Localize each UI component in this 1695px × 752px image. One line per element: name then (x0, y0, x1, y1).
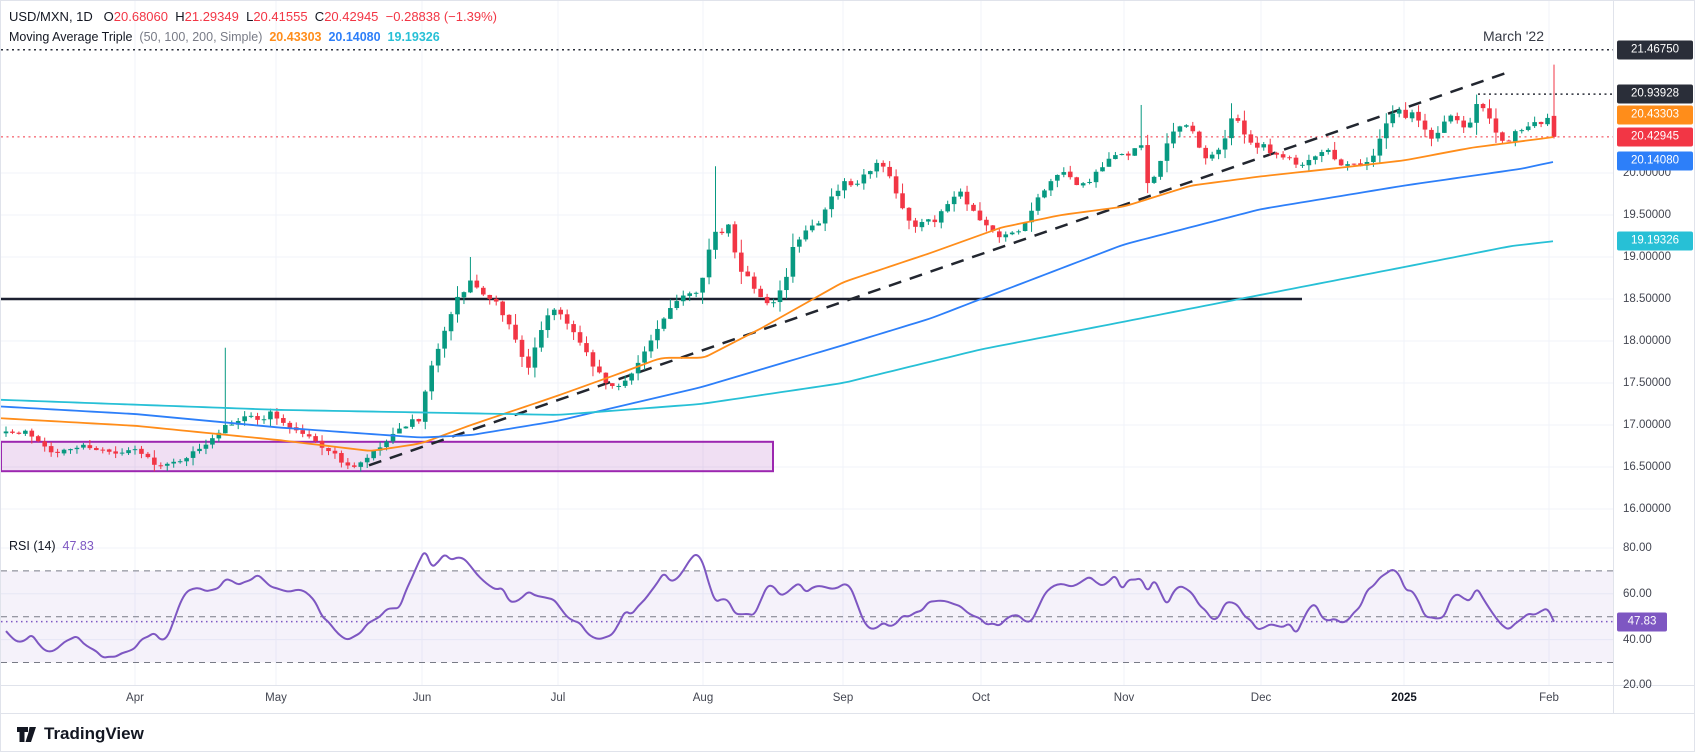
price-tick-label: 17.50000 (1623, 377, 1671, 389)
price-tick-label: 18.00000 (1623, 335, 1671, 347)
rsi-tick-label: 40.00 (1623, 634, 1652, 646)
price-axis-badge: 20.42945 (1617, 127, 1693, 146)
ma-line-50[interactable] (1, 137, 1553, 450)
ma-line-200[interactable] (1, 241, 1553, 415)
price-tick-label: 16.00000 (1623, 503, 1671, 515)
rsi-tick-label: 60.00 (1623, 588, 1652, 600)
price-tick-label: 19.50000 (1623, 209, 1671, 221)
tradingview-logo-icon (17, 726, 38, 743)
candlestick-series (4, 65, 1557, 472)
rsi-params: (14) (33, 539, 55, 553)
price-tick-label: 19.00000 (1623, 251, 1671, 263)
time-axis-label[interactable]: Jun (413, 692, 432, 704)
time-axis-label[interactable]: Apr (126, 692, 144, 704)
time-axis-label[interactable]: May (265, 692, 287, 704)
rsi-tick-label: 20.00 (1623, 679, 1652, 691)
chart-canvas[interactable] (1, 1, 1695, 713)
time-axis-label[interactable]: Nov (1114, 692, 1134, 704)
price-axis-badge: 20.93928 (1617, 85, 1693, 104)
rsi-indicator-legend[interactable]: RSI (14) 47.83 (9, 539, 94, 553)
time-axis-separator (1, 685, 1695, 686)
price-axis-badge: 19.19326 (1617, 231, 1693, 250)
price-tick-label: 18.50000 (1623, 293, 1671, 305)
tradingview-chart-widget: USD/MXN, 1D O20.68060 H21.29349 L20.4155… (0, 0, 1695, 752)
time-axis-label[interactable]: 2025 (1391, 692, 1417, 704)
price-tick-label: 17.00000 (1623, 419, 1671, 431)
price-axis-badge: 20.14080 (1617, 152, 1693, 171)
time-axis-label[interactable]: Jul (551, 692, 566, 704)
time-axis-label[interactable]: Sep (833, 692, 853, 704)
trendline-annotation-label[interactable]: March '22 (1444, 28, 1544, 44)
time-axis-label[interactable]: Oct (972, 692, 990, 704)
ascending-trendline[interactable] (369, 73, 1506, 465)
price-axis-separator (1613, 1, 1614, 713)
rsi-value: 47.83 (63, 539, 94, 553)
price-axis-badge: 20.43303 (1617, 105, 1693, 124)
tradingview-brand-text: TradingView (44, 724, 144, 744)
rsi-axis-badge: 47.83 (1617, 612, 1667, 631)
price-tick-label: 16.50000 (1623, 461, 1671, 473)
rsi-tick-label: 80.00 (1623, 542, 1652, 554)
time-axis-label[interactable]: Dec (1251, 692, 1271, 704)
price-axis-badge: 21.46750 (1617, 40, 1693, 59)
rsi-title[interactable]: RSI (9, 539, 30, 553)
tradingview-brand[interactable]: TradingView (17, 724, 144, 744)
time-axis-label[interactable]: Aug (693, 692, 713, 704)
chart-footer: TradingView (1, 713, 1695, 752)
time-axis-label[interactable]: Feb (1539, 692, 1559, 704)
